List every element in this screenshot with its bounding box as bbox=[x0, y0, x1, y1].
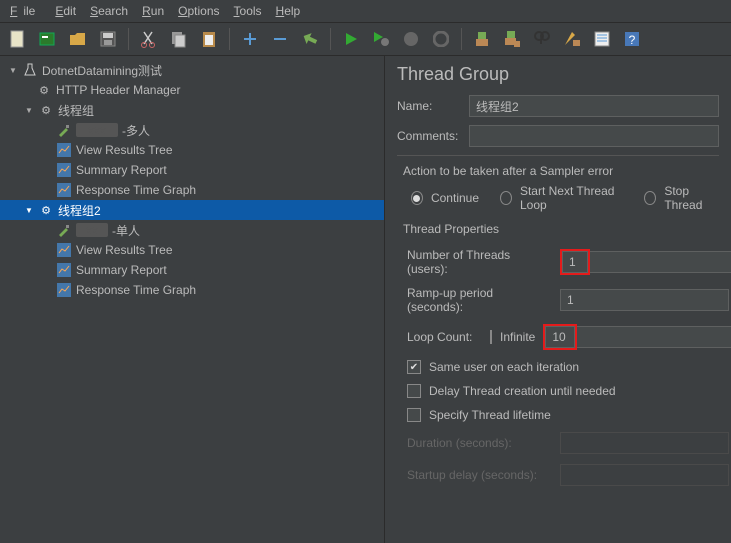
delay-create-checkbox[interactable] bbox=[407, 384, 421, 398]
start-next-radio[interactable] bbox=[500, 191, 512, 205]
tree-view-results-2[interactable]: View Results Tree bbox=[0, 240, 384, 260]
loop-count-input[interactable] bbox=[545, 326, 575, 348]
new-icon[interactable] bbox=[6, 27, 30, 51]
start-next-label: Start Next Thread Loop bbox=[520, 184, 623, 212]
same-user-label: Same user on each iteration bbox=[429, 360, 579, 374]
gear-icon: ⚙ bbox=[38, 102, 54, 118]
specify-lifetime-label: Specify Thread lifetime bbox=[429, 408, 551, 422]
start-no-timers-icon[interactable] bbox=[369, 27, 393, 51]
function-helper-icon[interactable] bbox=[590, 27, 614, 51]
tree-sampler-1[interactable]: xxx-多人 bbox=[0, 120, 384, 140]
copy-icon[interactable] bbox=[167, 27, 191, 51]
duration-label: Duration (seconds): bbox=[407, 436, 552, 450]
tree-test-plan[interactable]: ▼ DotnetDatamining测试 bbox=[0, 60, 384, 80]
menu-edit[interactable]: Edit bbox=[49, 2, 82, 20]
open-icon[interactable] bbox=[66, 27, 90, 51]
reset-search-icon[interactable] bbox=[560, 27, 584, 51]
infinite-checkbox[interactable] bbox=[490, 330, 492, 344]
chart-icon bbox=[56, 242, 72, 258]
rampup-label: Ramp-up period (seconds): bbox=[407, 286, 552, 314]
tree-header-manager[interactable]: ⚙ HTTP Header Manager bbox=[0, 80, 384, 100]
menu-run[interactable]: Run bbox=[136, 2, 170, 20]
infinite-label: Infinite bbox=[500, 330, 535, 344]
delay-create-label: Delay Thread creation until needed bbox=[429, 384, 616, 398]
templates-icon[interactable] bbox=[36, 27, 60, 51]
tree-sampler-2[interactable]: xx-单人 bbox=[0, 220, 384, 240]
tree-thread-group-1[interactable]: ▼ ⚙ 线程组 bbox=[0, 100, 384, 120]
tree-view-results[interactable]: View Results Tree bbox=[0, 140, 384, 160]
test-plan-tree[interactable]: ▼ DotnetDatamining测试 ⚙ HTTP Header Manag… bbox=[0, 56, 385, 543]
chart-icon bbox=[56, 262, 72, 278]
stop-thread-label: Stop Thread bbox=[664, 184, 719, 212]
plus-icon[interactable] bbox=[238, 27, 262, 51]
dropper-icon bbox=[56, 222, 72, 238]
tree-summary[interactable]: Summary Report bbox=[0, 160, 384, 180]
clear-icon[interactable] bbox=[470, 27, 494, 51]
comments-label: Comments: bbox=[397, 129, 459, 143]
continue-radio[interactable] bbox=[411, 191, 423, 205]
toggle-icon[interactable] bbox=[298, 27, 322, 51]
startup-delay-input bbox=[560, 464, 729, 486]
tree-resp-graph-2[interactable]: Response Time Graph bbox=[0, 280, 384, 300]
stop-thread-radio[interactable] bbox=[644, 191, 656, 205]
same-user-checkbox[interactable] bbox=[407, 360, 421, 374]
dropper-icon bbox=[56, 122, 72, 138]
toolbar: ? bbox=[0, 23, 731, 56]
tree-resp-graph[interactable]: Response Time Graph bbox=[0, 180, 384, 200]
duration-input bbox=[560, 432, 729, 454]
gear-icon: ⚙ bbox=[36, 82, 52, 98]
startup-delay-label: Startup delay (seconds): bbox=[407, 468, 552, 482]
properties-panel: Thread Group Name: Comments: Action to b… bbox=[385, 56, 731, 543]
cut-icon[interactable] bbox=[137, 27, 161, 51]
chart-icon bbox=[56, 142, 72, 158]
num-threads-input[interactable] bbox=[562, 251, 588, 273]
gear-icon: ⚙ bbox=[38, 202, 54, 218]
rampup-input[interactable] bbox=[560, 289, 729, 311]
minus-icon[interactable] bbox=[268, 27, 292, 51]
specify-lifetime-checkbox[interactable] bbox=[407, 408, 421, 422]
menu-tools[interactable]: Tools bbox=[228, 2, 268, 20]
svg-text:?: ? bbox=[629, 33, 636, 47]
continue-label: Continue bbox=[431, 191, 479, 205]
chart-icon bbox=[56, 282, 72, 298]
loop-count-label: Loop Count: bbox=[407, 330, 482, 344]
flask-icon bbox=[22, 62, 38, 78]
menu-help[interactable]: Help bbox=[270, 2, 307, 20]
menubar: File Edit Search Run Options Tools Help bbox=[0, 0, 731, 23]
tree-summary-2[interactable]: Summary Report bbox=[0, 260, 384, 280]
comments-input[interactable] bbox=[469, 125, 719, 147]
chart-icon bbox=[56, 162, 72, 178]
num-threads-label: Number of Threads (users): bbox=[407, 248, 552, 276]
clear-all-icon[interactable] bbox=[500, 27, 524, 51]
name-label: Name: bbox=[397, 99, 459, 113]
thread-props-fieldset: Thread Properties Number of Threads (use… bbox=[397, 222, 719, 486]
menu-options[interactable]: Options bbox=[172, 2, 225, 20]
save-icon[interactable] bbox=[96, 27, 120, 51]
sampler-error-fieldset: Action to be taken after a Sampler error… bbox=[397, 155, 719, 212]
panel-title: Thread Group bbox=[397, 64, 719, 85]
stop-icon[interactable] bbox=[399, 27, 423, 51]
menu-search[interactable]: Search bbox=[84, 2, 134, 20]
help-icon[interactable]: ? bbox=[620, 27, 644, 51]
search-icon[interactable] bbox=[530, 27, 554, 51]
tree-thread-group-2[interactable]: ▼ ⚙ 线程组2 bbox=[0, 200, 384, 220]
menu-file[interactable]: File bbox=[4, 2, 47, 20]
shutdown-icon[interactable] bbox=[429, 27, 453, 51]
chart-icon bbox=[56, 182, 72, 198]
start-icon[interactable] bbox=[339, 27, 363, 51]
paste-icon[interactable] bbox=[197, 27, 221, 51]
name-input[interactable] bbox=[469, 95, 719, 117]
